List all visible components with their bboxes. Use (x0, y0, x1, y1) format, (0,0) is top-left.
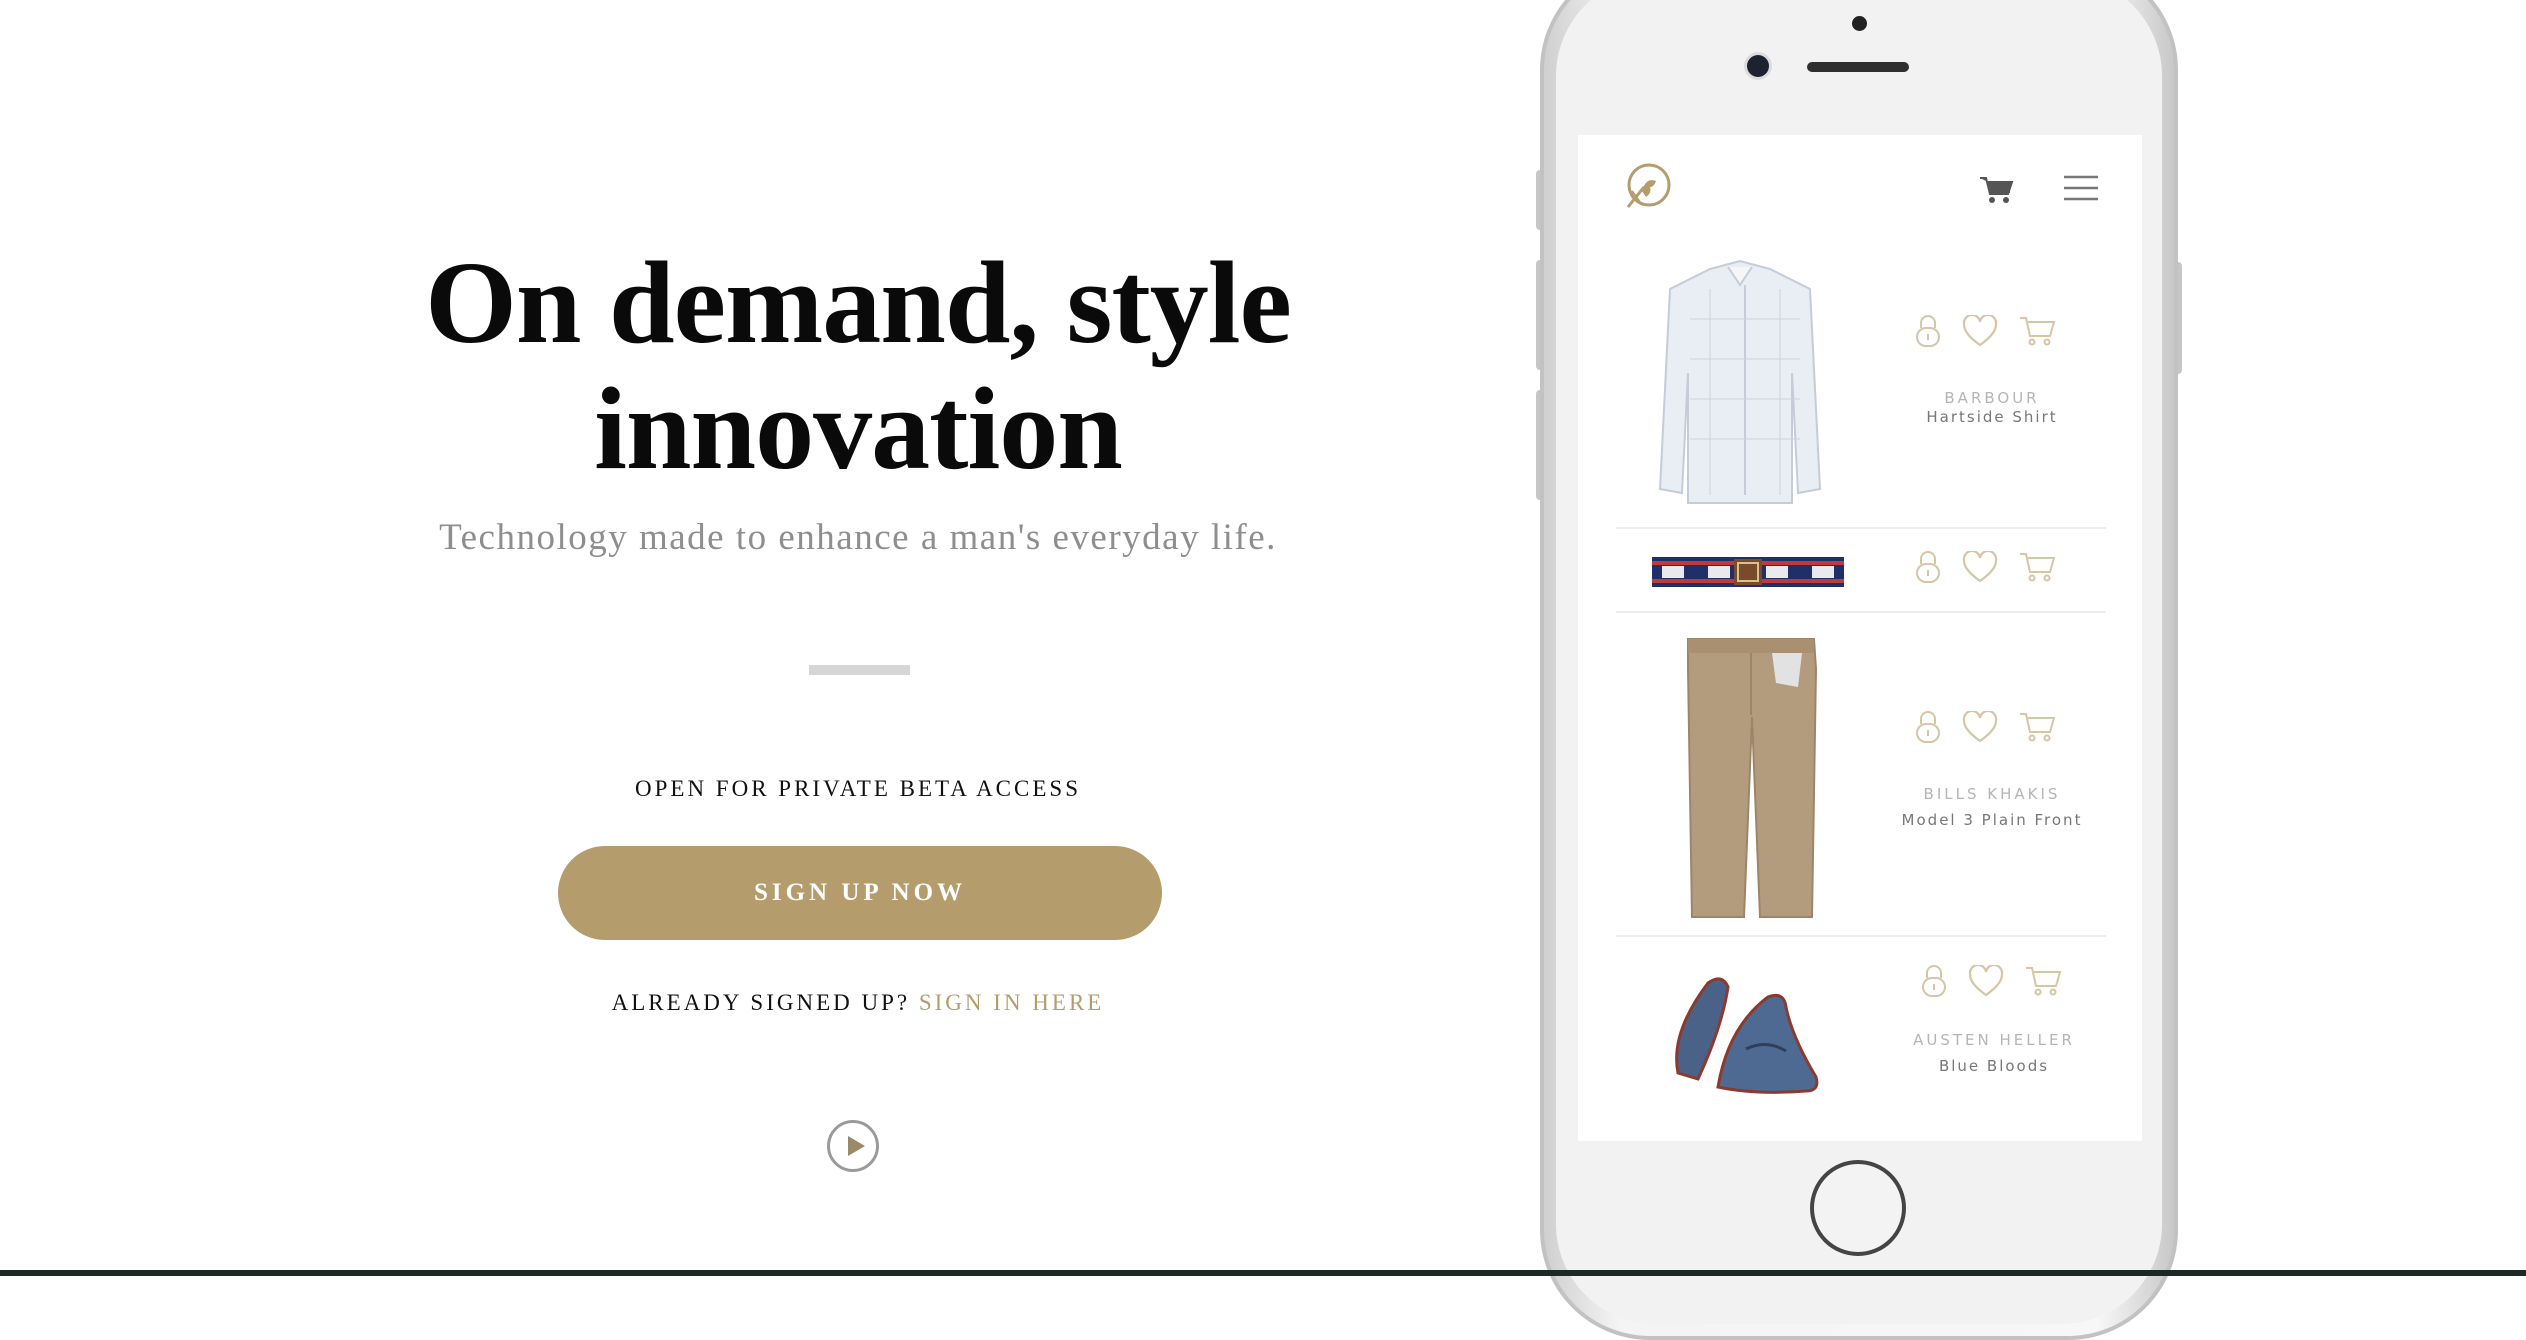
proximity-sensor (1852, 16, 1867, 31)
lock-icon[interactable] (1914, 549, 1942, 585)
front-camera (1747, 55, 1769, 77)
add-to-cart-icon[interactable] (2018, 711, 2056, 743)
add-to-cart-icon[interactable] (2018, 315, 2056, 347)
hero-subtitle: Technology made to enhance a man's every… (439, 517, 1277, 558)
home-button (1810, 1160, 1906, 1256)
product-brand: BARBOUR (1944, 389, 2040, 407)
product-name: Blue Bloods (1938, 1057, 2050, 1075)
lock-icon[interactable] (1920, 963, 1948, 999)
hero-title: On demand, style innovation (425, 237, 1292, 494)
beta-access-label: OPEN FOR PRIVATE BETA ACCESS (635, 776, 1081, 801)
product-separator (1616, 935, 2106, 937)
lock-icon[interactable] (1914, 709, 1942, 745)
heart-icon[interactable] (1962, 551, 1998, 583)
product-separator (1616, 527, 2106, 529)
shirt-image[interactable] (1650, 259, 1840, 511)
bottom-bar (0, 1270, 2526, 1276)
product-actions (1914, 313, 2056, 349)
product-actions (1914, 709, 2056, 745)
divider (809, 665, 910, 675)
product-brand: BILLS KHAKIS (1923, 785, 2061, 803)
product-brand: AUSTEN HELLER (1913, 1031, 2075, 1049)
heart-icon[interactable] (1962, 315, 1998, 347)
sign-in-link[interactable]: SIGN IN HERE (919, 990, 1105, 1015)
belt-image[interactable] (1652, 553, 1844, 591)
product-name: Model 3 Plain Front (1901, 811, 2083, 829)
heart-icon[interactable] (1962, 711, 1998, 743)
heart-icon[interactable] (1968, 965, 2004, 997)
add-to-cart-icon[interactable] (2018, 551, 2056, 583)
already-signed-up-label: ALREADY SIGNED UP? (611, 990, 911, 1015)
play-video-button[interactable] (827, 1120, 879, 1172)
product-name: Hartside Shirt (1926, 408, 2058, 426)
product-actions (1914, 549, 2056, 585)
sign-up-button[interactable]: SIGN UP NOW (558, 846, 1162, 940)
khakis-image[interactable] (1676, 635, 1826, 919)
add-to-cart-icon[interactable] (2024, 965, 2062, 997)
app-screen: BARBOUR Hartside Shirt BILLS KHAKIS Mode… (1578, 135, 2142, 1141)
menu-icon[interactable] (2062, 173, 2100, 203)
logo-icon[interactable] (1622, 161, 1674, 213)
cart-icon[interactable] (1978, 175, 2014, 205)
product-actions (1920, 963, 2062, 999)
product-separator (1616, 611, 2106, 613)
lock-icon[interactable] (1914, 313, 1942, 349)
play-icon (848, 1136, 865, 1156)
loafers-image[interactable] (1666, 953, 1826, 1103)
phone-speaker (1807, 62, 1909, 72)
already-signed-up-text: ALREADY SIGNED UP? SIGN IN HERE (330, 990, 1386, 1016)
